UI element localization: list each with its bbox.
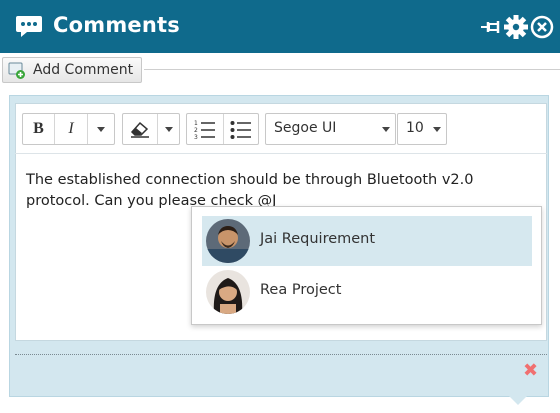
add-comment-bar: Add Comment <box>0 53 560 87</box>
gear-icon[interactable] <box>503 14 529 40</box>
mention-name: Rea Project <box>260 282 342 298</box>
bold-button[interactable]: B <box>23 114 54 144</box>
editor-toolbar: B I 1 2 3 Segoe UI 10 <box>15 103 547 154</box>
pin-icon[interactable] <box>478 14 504 40</box>
font-family-select[interactable]: Segoe UI <box>265 113 396 145</box>
mention-suggestions: Jai Requirement Rea Project <box>191 206 542 325</box>
divider <box>15 354 547 355</box>
panel-header: Comments <box>0 0 560 53</box>
font-size-value: 10 <box>406 120 424 136</box>
chevron-down-icon <box>382 127 390 132</box>
cancel-comment-icon[interactable]: ✖ <box>523 362 538 380</box>
font-family-value: Segoe UI <box>274 120 337 136</box>
avatar <box>206 270 250 314</box>
svg-text:2: 2 <box>194 127 198 134</box>
speech-bubble-icon <box>16 16 42 37</box>
chevron-down-icon <box>433 127 441 132</box>
panel-pointer <box>509 396 527 405</box>
close-circle-icon[interactable] <box>529 14 555 40</box>
svg-text:3: 3 <box>194 134 198 139</box>
svg-text:1: 1 <box>194 120 198 127</box>
bulleted-list-icon[interactable] <box>230 119 252 139</box>
add-comment-icon <box>8 62 25 79</box>
clear-format-group <box>122 113 180 145</box>
text-style-group: B I <box>22 113 115 145</box>
chevron-down-icon <box>97 127 105 132</box>
italic-button[interactable]: I <box>55 114 87 144</box>
clear-format-dropdown[interactable] <box>158 114 180 144</box>
mention-item-rea-project[interactable]: Rea Project <box>202 267 532 317</box>
add-comment-label: Add Comment <box>33 62 134 78</box>
mention-item-jai-requirement[interactable]: Jai Requirement <box>202 216 532 266</box>
add-comment-button[interactable]: Add Comment <box>2 57 142 83</box>
list-group: 1 2 3 <box>186 113 259 145</box>
mention-name: Jai Requirement <box>260 231 376 247</box>
divider <box>144 69 560 70</box>
font-size-select[interactable]: 10 <box>397 113 447 145</box>
text-style-dropdown[interactable] <box>88 114 114 144</box>
chevron-down-icon <box>165 127 173 132</box>
panel-title: Comments <box>53 13 180 37</box>
numbered-list-icon[interactable]: 1 2 3 <box>194 119 216 139</box>
eraser-icon[interactable] <box>129 120 151 138</box>
avatar <box>206 219 250 263</box>
